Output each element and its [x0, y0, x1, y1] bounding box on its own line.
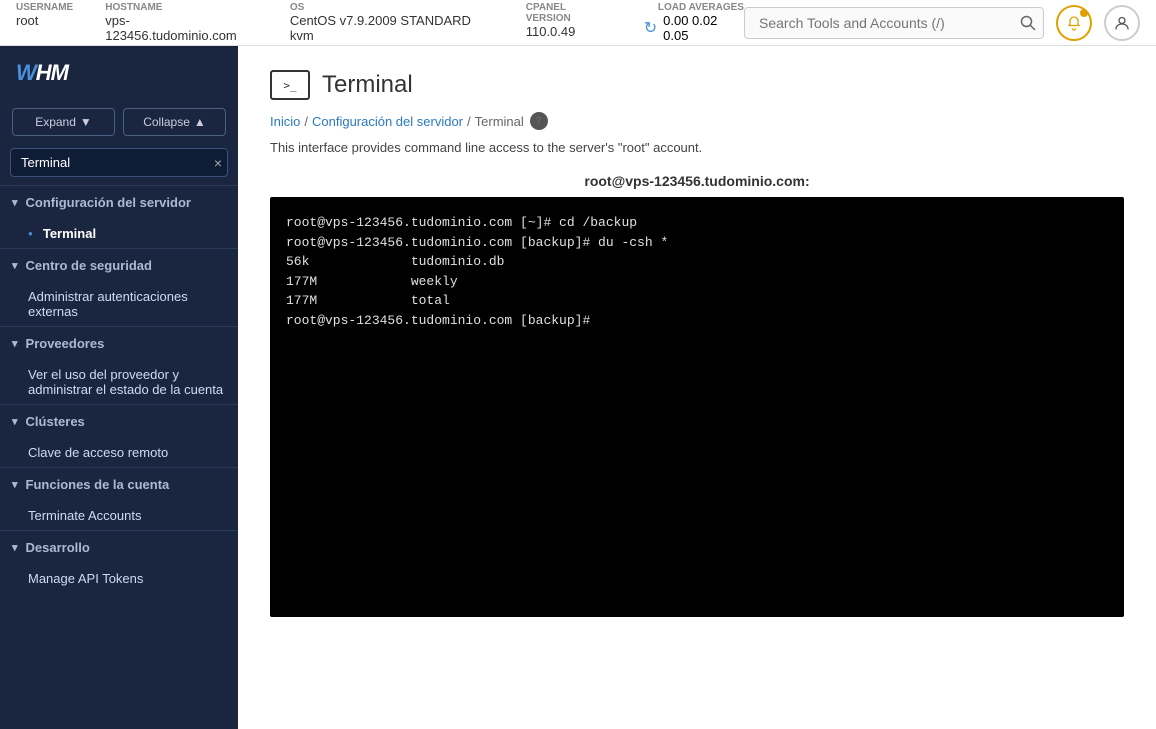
search-button[interactable] [1020, 15, 1036, 31]
breadcrumb-current: Terminal [475, 114, 524, 129]
sidebar-item-admin-auth[interactable]: Administrar autenticaciones externas [0, 282, 238, 326]
sidebar-section-header-configuracion[interactable]: ▾ Configuración del servidor [0, 186, 238, 219]
whm-logo-text: W [16, 60, 36, 85]
chevron-down-icon: ▾ [12, 196, 18, 209]
os-label: OS [290, 2, 494, 13]
sidebar: WHM Expand ▼ Collapse ▲ × ▾ Configuració… [0, 46, 238, 729]
load-label: Load Averages [658, 2, 744, 13]
search-icon [1020, 15, 1036, 31]
sidebar-actions: Expand ▼ Collapse ▲ [0, 100, 238, 144]
sidebar-item-terminal-label: Terminal [43, 226, 96, 241]
top-bar: Username root Hostname vps-123456.tudomi… [0, 0, 1156, 46]
os-value: CentOS v7.9.2009 STANDARD kvm [290, 13, 494, 43]
username-value: root [16, 13, 73, 28]
section-label-configuracion: Configuración del servidor [26, 195, 191, 210]
username-label: Username [16, 2, 73, 13]
help-icon[interactable]: ? [530, 112, 548, 130]
section-label-funciones: Funciones de la cuenta [26, 477, 170, 492]
chevron-down-icon-3: ▾ [12, 337, 18, 350]
load-values: 0.00 0.02 0.05 [663, 13, 744, 43]
sidebar-section-funciones: ▾ Funciones de la cuenta Terminate Accou… [0, 467, 238, 530]
breadcrumb: Inicio / Configuración del servidor / Te… [270, 112, 1124, 130]
user-icon [1114, 15, 1130, 31]
cpanel-label: cPanel Version [526, 2, 612, 24]
sidebar-section-proveedores: ▾ Proveedores Ver el uso del proveedor y… [0, 326, 238, 404]
terminal-title: root@vps-123456.tudominio.com: [270, 173, 1124, 189]
sidebar-section-header-desarrollo[interactable]: ▾ Desarrollo [0, 531, 238, 564]
expand-label: Expand [35, 115, 76, 129]
expand-button[interactable]: Expand ▼ [12, 108, 115, 136]
top-bar-os: OS CentOS v7.9.2009 STANDARD kvm [290, 2, 494, 43]
user-menu-button[interactable] [1104, 5, 1140, 41]
expand-chevron-icon: ▼ [80, 115, 92, 129]
main-content: >_ Terminal Inicio / Configuración del s… [238, 46, 1156, 729]
sidebar-item-clave-label: Clave de acceso remoto [28, 445, 168, 460]
sidebar-item-terminate[interactable]: Terminate Accounts [0, 501, 238, 530]
sidebar-item-clave-acceso[interactable]: Clave de acceso remoto [0, 438, 238, 467]
top-bar-info: Username root Hostname vps-123456.tudomi… [16, 2, 744, 43]
section-label-desarrollo: Desarrollo [26, 540, 90, 555]
chevron-down-icon-4: ▾ [12, 415, 18, 428]
sidebar-section-clusteres: ▾ Clústeres Clave de acceso remoto [0, 404, 238, 467]
top-bar-username: Username root [16, 2, 73, 43]
whm-logo: WHM [16, 60, 68, 86]
top-bar-cpanel: cPanel Version 110.0.49 [526, 2, 612, 43]
bell-icon [1066, 15, 1082, 31]
page-title-row: >_ Terminal [270, 70, 1124, 100]
section-label-proveedores: Proveedores [26, 336, 105, 351]
layout: WHM Expand ▼ Collapse ▲ × ▾ Configuració… [0, 46, 1156, 729]
terminal-window[interactable]: root@vps-123456.tudominio.com [~]# cd /b… [270, 197, 1124, 617]
sidebar-logo: WHM [0, 46, 238, 100]
sidebar-search-box: × [10, 148, 228, 177]
top-bar-hostname: Hostname vps-123456.tudominio.com [105, 2, 258, 43]
top-bar-load: Load Averages ↻ 0.00 0.02 0.05 [644, 2, 744, 43]
sidebar-item-terminate-label: Terminate Accounts [28, 508, 141, 523]
sidebar-item-api[interactable]: Manage API Tokens [0, 564, 238, 593]
sidebar-item-proveedor[interactable]: Ver el uso del proveedor y administrar e… [0, 360, 238, 404]
page-title: Terminal [322, 71, 413, 99]
section-label-seguridad: Centro de seguridad [26, 258, 152, 273]
sidebar-item-proveedor-label: Ver el uso del proveedor y administrar e… [28, 367, 226, 397]
collapse-label: Collapse [143, 115, 190, 129]
sidebar-search-input[interactable] [10, 148, 228, 177]
chevron-down-icon-5: ▾ [12, 478, 18, 491]
collapse-chevron-icon: ▲ [194, 115, 206, 129]
breadcrumb-inicio[interactable]: Inicio [270, 114, 300, 129]
breadcrumb-sep-2: / [467, 114, 471, 129]
breadcrumb-config[interactable]: Configuración del servidor [312, 114, 463, 129]
hostname-value: vps-123456.tudominio.com [105, 13, 258, 43]
terminal-icon: >_ [270, 70, 310, 100]
sidebar-item-api-label: Manage API Tokens [28, 571, 143, 586]
collapse-button[interactable]: Collapse ▲ [123, 108, 226, 136]
sidebar-section-header-proveedores[interactable]: ▾ Proveedores [0, 327, 238, 360]
search-container [744, 7, 1044, 39]
chevron-down-icon-2: ▾ [12, 259, 18, 272]
sidebar-section-header-seguridad[interactable]: ▾ Centro de seguridad [0, 249, 238, 282]
content-inner: >_ Terminal Inicio / Configuración del s… [238, 46, 1156, 729]
hostname-label: Hostname [105, 2, 258, 13]
terminal-icon-glyph: >_ [283, 79, 296, 92]
chevron-down-icon-6: ▾ [12, 541, 18, 554]
sidebar-item-admin-auth-label: Administrar autenticaciones externas [28, 289, 226, 319]
sidebar-search-clear[interactable]: × [214, 155, 222, 171]
notifications-button[interactable] [1056, 5, 1092, 41]
load-avg-values: ↻ 0.00 0.02 0.05 [644, 13, 744, 43]
sidebar-section-seguridad: ▾ Centro de seguridad Administrar autent… [0, 248, 238, 326]
clear-icon: × [214, 155, 222, 171]
section-label-clusteres: Clústeres [26, 414, 85, 429]
description: This interface provides command line acc… [270, 140, 1124, 155]
search-input[interactable] [744, 7, 1044, 39]
sidebar-section-desarrollo: ▾ Desarrollo Manage API Tokens [0, 530, 238, 593]
top-bar-right [744, 5, 1140, 41]
refresh-icon[interactable]: ↻ [644, 18, 657, 38]
sidebar-item-terminal[interactable]: Terminal [0, 219, 238, 248]
sidebar-section-header-funciones[interactable]: ▾ Funciones de la cuenta [0, 468, 238, 501]
sidebar-section-configuracion: ▾ Configuración del servidor Terminal [0, 185, 238, 248]
sidebar-section-header-clusteres[interactable]: ▾ Clústeres [0, 405, 238, 438]
cpanel-value: 110.0.49 [526, 24, 612, 39]
breadcrumb-sep-1: / [304, 114, 308, 129]
